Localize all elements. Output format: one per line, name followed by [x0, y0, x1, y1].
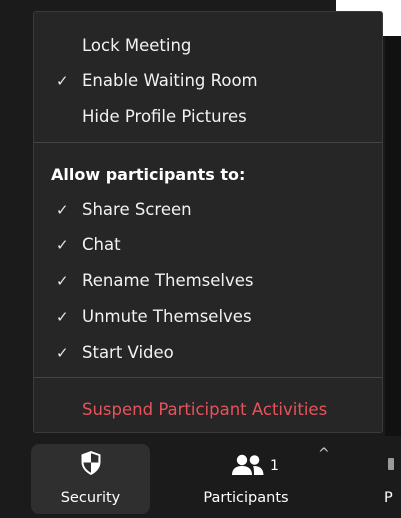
menu-item-label: Lock Meeting [82, 36, 192, 55]
participants-label: Participants [203, 490, 289, 506]
chevron-up-icon[interactable]: ^ [318, 446, 330, 462]
checkmark-icon: ✓ [56, 72, 69, 90]
security-label: Security [60, 490, 121, 506]
security-menu: Lock Meeting ✓ Enable Waiting Room Hide … [33, 11, 383, 433]
zoom-window: Lock Meeting ✓ Enable Waiting Room Hide … [0, 0, 401, 518]
menu-divider [34, 142, 382, 143]
menu-item-enable-waiting-room[interactable]: ✓ Enable Waiting Room [34, 63, 382, 99]
menu-item-label: Rename Themselves [82, 271, 254, 290]
menu-item-start-video[interactable]: ✓ Start Video [34, 335, 382, 371]
allow-participants-heading: Allow participants to: [51, 165, 246, 184]
menu-item-label: Suspend Participant Activities [82, 400, 328, 419]
menu-item-label: Start Video [82, 343, 174, 362]
menu-item-suspend-participant-activities[interactable]: Suspend Participant Activities [34, 392, 382, 428]
menu-item-label: Enable Waiting Room [82, 71, 258, 90]
checkmark-icon: ✓ [56, 344, 69, 362]
menu-item-label: Share Screen [82, 200, 192, 219]
checkmark-icon: ✓ [56, 236, 69, 254]
participants-button[interactable]: 1 Participants [180, 444, 312, 514]
checkmark-icon: ✓ [56, 201, 69, 219]
menu-item-label: Unmute Themselves [82, 307, 252, 326]
menu-divider [34, 377, 382, 378]
menu-item-lock-meeting[interactable]: Lock Meeting [34, 28, 382, 64]
menu-item-hide-profile-pictures[interactable]: Hide Profile Pictures [34, 99, 382, 135]
shield-icon [80, 450, 102, 480]
participants-count: 1 [270, 458, 279, 474]
next-button-label[interactable]: P [384, 490, 393, 506]
participants-icon [230, 454, 266, 480]
menu-item-label: Hide Profile Pictures [82, 107, 247, 126]
menu-item-unmute-themselves[interactable]: ✓ Unmute Themselves [34, 299, 382, 335]
security-button[interactable]: Security [31, 444, 150, 514]
menu-item-label: Chat [82, 235, 121, 254]
menu-item-chat[interactable]: ✓ Chat [34, 227, 382, 263]
meeting-toolbar: Security 1 Participants ^ P [0, 436, 401, 518]
checkmark-icon: ✓ [56, 272, 69, 290]
background-panel [385, 36, 401, 436]
share-icon[interactable] [388, 458, 394, 470]
menu-item-rename-themselves[interactable]: ✓ Rename Themselves [34, 263, 382, 299]
checkmark-icon: ✓ [56, 308, 69, 326]
menu-item-share-screen[interactable]: ✓ Share Screen [34, 192, 382, 228]
